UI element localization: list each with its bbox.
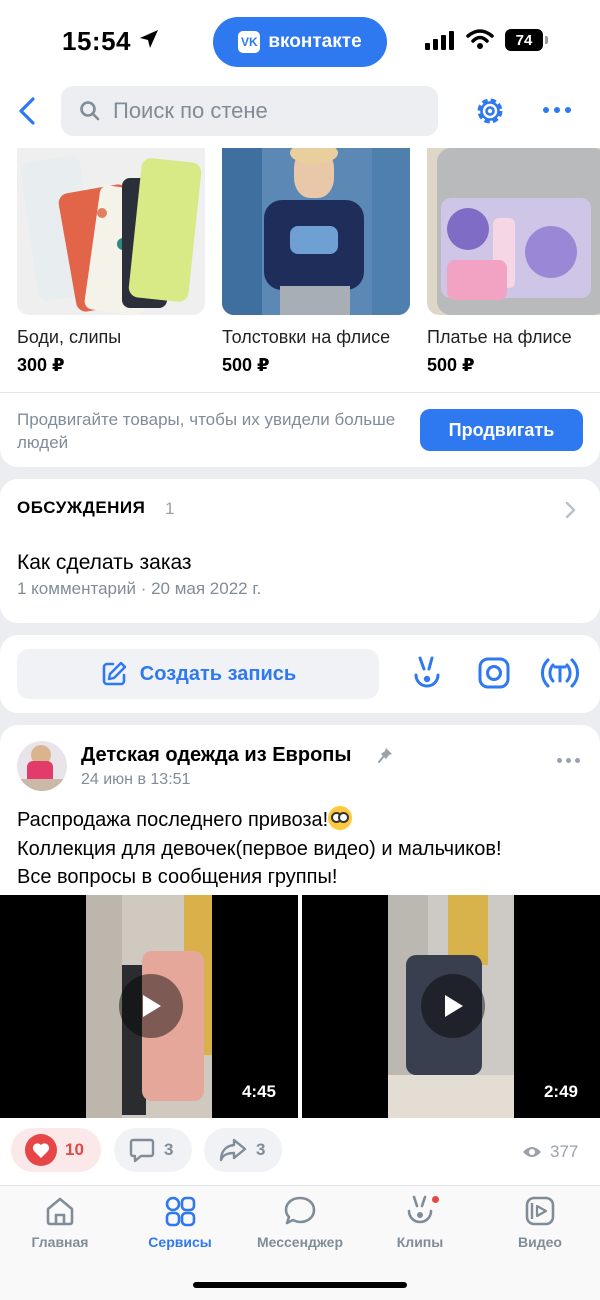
broadcast-icon[interactable] — [540, 655, 580, 691]
vk-logo-icon: VK — [238, 31, 261, 53]
home-icon — [46, 1197, 74, 1226]
tab-messenger[interactable]: Мессенджер — [240, 1194, 360, 1250]
product-price: 500 ₽ — [222, 355, 270, 375]
product-name: Боди, слипы — [17, 327, 122, 347]
views-count: 377 — [550, 1142, 579, 1161]
tab-label: Главная — [31, 1234, 89, 1250]
views-counter: 377 — [522, 1142, 578, 1162]
post-date: 24 июн в 13:51 — [81, 771, 191, 788]
promo-hint: Продвигайте товары, чтобы их увидели бол… — [17, 410, 396, 452]
video-thumbnail[interactable]: 4:45 — [0, 895, 298, 1118]
product-item[interactable]: Платье на флисе 500 ₽ — [427, 148, 600, 376]
tab-label: Видео — [518, 1234, 562, 1250]
video-thumbnail[interactable]: 2:49 — [302, 895, 600, 1118]
eye-icon — [523, 1147, 541, 1157]
product-name: Толстовки на флисе — [222, 327, 391, 347]
play-icon[interactable] — [421, 974, 485, 1038]
wall-post: Детская одежда из Европы 24 июн в 13:51 … — [0, 725, 600, 1185]
create-post-button[interactable]: Создать запись — [17, 649, 379, 699]
avatar[interactable] — [17, 741, 67, 791]
battery-icon: 74 — [505, 29, 548, 51]
post-actions: 10 3 3 377 — [0, 1128, 600, 1176]
vk-pill-label: вконтакте — [268, 31, 362, 52]
location-arrow-icon — [140, 30, 158, 48]
tab-label: Мессенджер — [256, 1234, 344, 1250]
tab-home[interactable]: Главная — [0, 1194, 120, 1250]
like-button[interactable]: 10 — [11, 1128, 101, 1172]
vk-app-pill[interactable]: VK вконтакте — [213, 17, 387, 67]
share-button[interactable]: 3 — [204, 1128, 282, 1172]
create-post-label: Создать запись — [139, 662, 297, 685]
search-icon — [80, 101, 100, 121]
divider — [0, 392, 600, 393]
more-options-icon[interactable] — [543, 107, 571, 113]
post-text-line: Все вопросы в сообщения группы! — [17, 866, 338, 888]
notification-dot — [432, 1196, 439, 1203]
share-icon — [219, 1138, 247, 1162]
tab-clips[interactable]: Клипы — [360, 1194, 480, 1250]
comment-count: 3 — [164, 1140, 174, 1159]
pin-icon — [378, 748, 392, 763]
tab-label: Клипы — [396, 1234, 444, 1250]
discussions-header[interactable]: ОБСУЖДЕНИЯ — [17, 498, 145, 518]
battery-level: 74 — [515, 31, 533, 49]
status-bar: 15:54 VK вконтакте 74 — [0, 0, 600, 82]
search-input[interactable]: Поиск по стене — [61, 86, 438, 136]
like-count: 10 — [65, 1140, 84, 1159]
create-post-card: Создать запись — [0, 635, 600, 713]
video-icon — [525, 1196, 555, 1226]
tab-video[interactable]: Видео — [480, 1194, 600, 1250]
clips-icon[interactable] — [411, 655, 443, 693]
comment-icon — [129, 1138, 155, 1163]
top-navbar: Поиск по стене — [0, 82, 600, 148]
product-image-dress — [427, 148, 600, 315]
product-image-sweatshirt — [222, 148, 410, 315]
post-text-line: Коллекция для девочек(первое видео) и ма… — [17, 837, 502, 860]
status-time: 15:54 — [62, 26, 131, 56]
comment-button[interactable]: 3 — [114, 1128, 192, 1172]
product-price: 300 ₽ — [17, 355, 65, 375]
discussion-topic-meta: 1 комментарий · 20 мая 2022 г. — [17, 579, 262, 598]
post-text: Распродажа последнего привоза! Коллекция… — [17, 806, 587, 892]
share-count: 3 — [256, 1140, 266, 1159]
tab-label: Сервисы — [148, 1234, 212, 1250]
product-item[interactable]: Толстовки на флисе 500 ₽ — [222, 148, 410, 376]
product-item[interactable]: Боди, слипы 300 ₽ — [17, 148, 205, 376]
video-duration: 4:45 — [241, 1082, 276, 1101]
post-more-icon[interactable] — [557, 758, 580, 763]
video-duration: 2:49 — [543, 1082, 578, 1101]
search-placeholder: Поиск по стене — [113, 98, 268, 123]
play-icon[interactable] — [119, 974, 183, 1038]
products-card: Боди, слипы 300 ₽ Толстовки на флисе 500… — [0, 148, 600, 467]
back-arrow-icon[interactable] — [14, 96, 42, 126]
post-text-line: Распродажа последнего привоза! — [17, 809, 329, 831]
discussions-count: 1 — [165, 499, 175, 518]
services-icon — [165, 1196, 196, 1227]
messenger-icon — [284, 1196, 316, 1225]
instagram-icon[interactable] — [477, 656, 511, 690]
discussion-topic-title[interactable]: Как сделать заказ — [17, 551, 192, 575]
home-indicator[interactable] — [193, 1282, 407, 1288]
flushed-face-icon — [328, 806, 353, 830]
heart-icon — [25, 1134, 57, 1166]
discussions-card: ОБСУЖДЕНИЯ 1 Как сделать заказ 1 коммент… — [0, 479, 600, 623]
post-author[interactable]: Детская одежда из Европы — [81, 744, 351, 767]
product-name: Платье на флисе — [427, 327, 572, 347]
promote-button[interactable]: Продвигать — [420, 409, 583, 451]
gear-icon[interactable] — [472, 93, 508, 129]
wifi-icon — [466, 29, 494, 49]
tab-services[interactable]: Сервисы — [120, 1194, 240, 1250]
chevron-right-icon[interactable] — [564, 500, 578, 520]
edit-icon — [102, 661, 126, 686]
product-price: 500 ₽ — [427, 355, 475, 375]
cellular-signal-icon — [425, 30, 454, 50]
product-image-bodysuits — [17, 148, 205, 315]
